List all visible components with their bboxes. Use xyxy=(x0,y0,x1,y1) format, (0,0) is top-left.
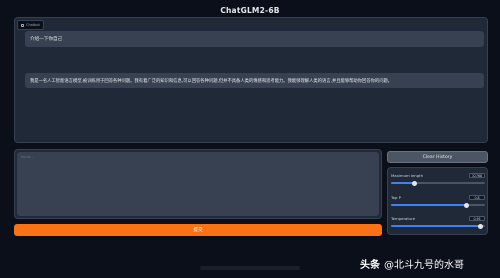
chat-icon xyxy=(21,23,24,27)
submit-button[interactable]: 提交 xyxy=(14,224,382,236)
temperature-fill xyxy=(391,225,481,227)
watermark-brand: 头条 xyxy=(360,260,380,271)
max-length-fill xyxy=(391,182,415,184)
top-p-thumb[interactable] xyxy=(463,202,469,208)
watermark: 头条 @北斗九号的水哥 xyxy=(360,256,464,271)
app-window: ChatGLM2-6B Chatbot 介绍一下你自己 我是一名人工智能语言模型… xyxy=(0,0,500,278)
user-message-text: 介绍一下你自己 xyxy=(30,37,63,42)
temperature-slider: Temperature 0.95 xyxy=(391,215,485,231)
temperature-label: Temperature xyxy=(391,216,416,221)
footer-bar xyxy=(200,266,300,270)
top-p-value[interactable]: 0.8 xyxy=(469,195,485,200)
temperature-value[interactable]: 0.95 xyxy=(469,216,485,221)
max-length-value[interactable]: 32768 xyxy=(469,173,485,178)
app-title: ChatGLM2-6B xyxy=(220,6,280,15)
max-length-label: Maximum length xyxy=(391,173,424,178)
top-p-track[interactable] xyxy=(391,202,485,208)
chatbot-label-text: Chatbot xyxy=(26,23,40,27)
temperature-track[interactable] xyxy=(391,223,485,229)
chatbot-panel: Chatbot 介绍一下你自己 我是一名人工智能语言模型,被训练用于回答各种问题… xyxy=(14,17,488,143)
assistant-message: 我是一名人工智能语言模型,被训练用于回答各种问题。我有着广泛的知识和信息,可以回… xyxy=(25,73,484,88)
chatbot-label: Chatbot xyxy=(17,20,44,30)
top-p-slider: Top P 0.8 xyxy=(391,194,485,210)
max-length-track[interactable] xyxy=(391,180,485,186)
watermark-handle: @北斗九号的水哥 xyxy=(384,260,464,271)
max-length-thumb[interactable] xyxy=(412,180,417,186)
user-message: 介绍一下你自己 xyxy=(25,31,484,47)
submit-button-label: 提交 xyxy=(193,228,203,233)
assistant-message-text: 我是一名人工智能语言模型,被训练用于回答各种问题。我有着广泛的知识和信息,可以回… xyxy=(30,78,393,84)
clear-history-label: Clear History xyxy=(422,154,453,160)
input-panel xyxy=(14,149,382,219)
message-input[interactable] xyxy=(17,152,379,216)
max-length-slider: Maximum length 32768 xyxy=(391,172,485,188)
top-p-label: Top P xyxy=(391,195,401,200)
top-p-fill xyxy=(391,204,467,206)
clear-history-button[interactable]: Clear History xyxy=(387,151,488,163)
parameters-panel: Maximum length 32768 Top P 0.8 Temperatu… xyxy=(387,167,488,235)
temperature-thumb[interactable] xyxy=(477,223,483,229)
